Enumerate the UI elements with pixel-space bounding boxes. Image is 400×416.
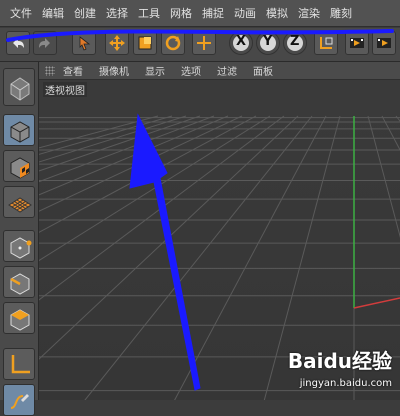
render-picture-button[interactable]: [372, 31, 396, 55]
toolbar: X Y Z: [0, 28, 400, 62]
points-mode-icon: [10, 237, 32, 259]
menu-mesh[interactable]: 网格: [170, 5, 202, 21]
viewport-menu-cameras[interactable]: 摄像机: [99, 63, 129, 78]
viewport-menu-filter[interactable]: 过滤: [217, 63, 237, 78]
viewport-menu-bar: 查看 摄像机 显示 选项 过滤 面板: [39, 62, 400, 80]
grid-line: [39, 115, 243, 212]
scale-button[interactable]: [133, 31, 157, 55]
z-axis-label: Z: [290, 34, 300, 49]
live-select-button[interactable]: [72, 31, 96, 55]
menu-snap[interactable]: 捕捉: [202, 5, 234, 21]
tweak-mode-icon: [10, 394, 29, 409]
x-axis-line: [353, 297, 400, 309]
points-mode-button[interactable]: [3, 230, 35, 262]
menu-animate[interactable]: 动画: [234, 5, 266, 21]
grid-line: [395, 115, 400, 122]
texture-mode-button[interactable]: [3, 150, 35, 182]
redo-button[interactable]: [33, 31, 57, 55]
watermark-url: jingyan.baidu.com: [299, 378, 392, 389]
move-icon: [109, 35, 125, 51]
x-axis-button[interactable]: X: [229, 31, 253, 55]
viewport-menu-display[interactable]: 显示: [145, 63, 165, 78]
render-view-icon: [350, 38, 364, 48]
viewport-menu-view[interactable]: 查看: [63, 63, 83, 78]
grid-line: [39, 115, 187, 163]
model-mode-icon: [10, 121, 30, 143]
make-editable-button[interactable]: [3, 68, 35, 106]
viewport-menu-panel[interactable]: 面板: [253, 63, 273, 78]
world-coordinate-button[interactable]: [314, 31, 338, 55]
x-axis-label: X: [236, 34, 247, 49]
world-coordinate-icon: [320, 37, 333, 49]
y-axis-button[interactable]: Y: [256, 31, 280, 55]
add-button[interactable]: [192, 31, 216, 55]
y-axis-label: Y: [263, 34, 273, 49]
scale-icon: [138, 36, 152, 50]
grid-line: [39, 115, 229, 196]
live-select-icon: [79, 36, 91, 51]
redo-icon: [39, 38, 50, 48]
workplane-button[interactable]: [3, 186, 35, 218]
edges-mode-button[interactable]: [3, 266, 35, 298]
viewport-label: 透视视图: [43, 82, 87, 97]
edges-mode-icon: [10, 273, 30, 295]
render-view-button[interactable]: [345, 31, 369, 55]
render-picture-icon: [377, 38, 391, 48]
polygons-mode-button[interactable]: [3, 302, 35, 334]
menu-edit[interactable]: 编辑: [42, 5, 74, 21]
move-button[interactable]: [105, 31, 129, 55]
viewport-menu-options[interactable]: 选项: [181, 63, 201, 78]
workplane-icon: [8, 197, 32, 213]
rotate-button[interactable]: [161, 31, 185, 55]
grid-line: [39, 115, 257, 233]
add-icon: [197, 36, 211, 50]
drag-grip-icon[interactable]: [45, 65, 55, 76]
model-mode-button[interactable]: [3, 114, 35, 146]
z-axis-button[interactable]: Z: [283, 31, 307, 55]
make-editable-icon: [10, 77, 30, 101]
menu-bar: 文件 编辑 创建 选择 工具 网格 捕捉 动画 模拟 渲染 雕刻: [0, 0, 400, 27]
grid-line: [39, 115, 159, 149]
axis-mode-button[interactable]: [3, 348, 35, 380]
tweak-mode-button[interactable]: [3, 384, 35, 416]
axis-mode-icon: [11, 355, 30, 374]
menu-simulate[interactable]: 模拟: [266, 5, 298, 21]
rotate-icon: [165, 35, 181, 51]
menu-sculpt[interactable]: 雕刻: [330, 5, 362, 21]
texture-mode-icon: [10, 157, 30, 179]
undo-button[interactable]: [6, 31, 30, 55]
polygons-mode-icon: [10, 309, 30, 331]
menu-file[interactable]: 文件: [10, 5, 42, 21]
watermark-brand: Baidu经验: [287, 349, 392, 373]
mode-palette: [0, 62, 39, 416]
menu-create[interactable]: 创建: [74, 5, 106, 21]
menu-tools[interactable]: 工具: [138, 5, 170, 21]
undo-icon: [13, 38, 24, 48]
menu-render[interactable]: 渲染: [298, 5, 330, 21]
grid-line: [39, 115, 299, 360]
menu-select[interactable]: 选择: [106, 5, 138, 21]
